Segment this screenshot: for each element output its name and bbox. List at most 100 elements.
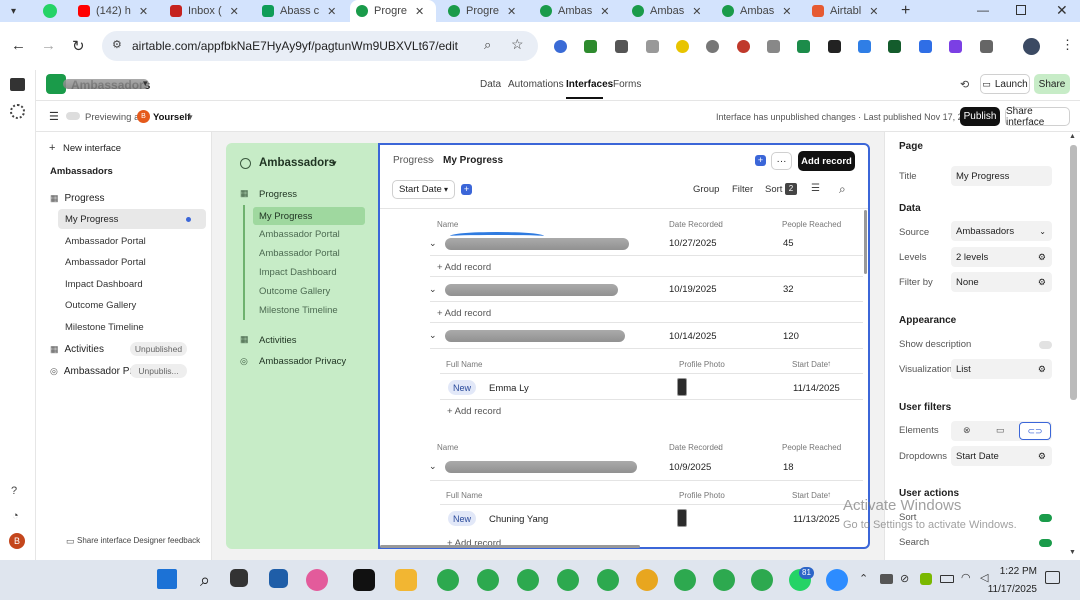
chrome-icon[interactable] <box>674 569 696 591</box>
chrome-icon[interactable] <box>517 569 539 591</box>
extension-icon[interactable] <box>767 40 780 53</box>
chevron-down-icon[interactable]: ⌄ <box>429 284 437 295</box>
subheader-start-date[interactable]: Start Date <box>792 360 828 369</box>
widgets-icon[interactable] <box>269 569 288 588</box>
start-date-dropdown[interactable]: Start Date ▾ <box>392 180 455 199</box>
start-icon[interactable] <box>157 569 177 589</box>
filter-by-setting[interactable]: None ⚙ <box>951 272 1052 292</box>
sidebar-item-outcome-gallery[interactable]: Outcome Gallery <box>65 300 136 311</box>
new-interface-link[interactable]: New interface <box>63 143 121 154</box>
feedback-link[interactable]: Share interface Designer feedback <box>77 536 200 545</box>
chrome-icon[interactable] <box>751 569 773 591</box>
account-avatar[interactable]: B <box>9 533 25 549</box>
profile-avatar[interactable] <box>1023 38 1040 55</box>
search-icon[interactable]: ⌕ <box>839 182 846 197</box>
profile-photo-thumbnail[interactable] <box>677 378 687 396</box>
add-filter-icon[interactable]: + <box>461 184 472 195</box>
app-icon[interactable] <box>306 569 328 591</box>
column-header-date[interactable]: Date Recorded <box>669 443 723 452</box>
browser-tab[interactable]: Airtabl ✕ <box>812 0 892 22</box>
browser-tab[interactable]: Ambas ✕ <box>632 0 712 22</box>
eyedropper-extension-icon[interactable] <box>615 40 628 53</box>
share-interface-button[interactable]: Share interface <box>1005 106 1070 128</box>
nav-interfaces[interactable]: Interfaces <box>566 79 613 90</box>
subheader-profile-photo[interactable]: Profile Photo <box>679 491 725 500</box>
clock-time[interactable]: 1:22 PM <box>987 566 1037 577</box>
chevron-down-icon[interactable]: ⌄ <box>429 330 437 341</box>
column-header-reached[interactable]: People Reached <box>782 220 841 229</box>
tray-chevron-icon[interactable]: ⌃ <box>859 572 868 585</box>
user-avatar[interactable]: B <box>137 110 150 123</box>
chevron-down-icon[interactable]: ⌄ <box>429 238 437 249</box>
close-icon[interactable]: ✕ <box>782 5 791 18</box>
chevron-down-icon[interactable]: ⌄ <box>429 461 437 472</box>
chrome-icon[interactable] <box>597 569 619 591</box>
sidebar-item-progress[interactable]: ▦ Progress <box>50 188 210 208</box>
levels-setting[interactable]: 2 levels ⚙ <box>951 247 1052 267</box>
new-tab-icon[interactable]: + <box>901 2 910 20</box>
subheader-profile-photo[interactable]: Profile Photo <box>679 360 725 369</box>
tab-list-icon[interactable]: ▾ <box>11 6 21 17</box>
launch-button[interactable]: ▭ Launch <box>980 74 1030 94</box>
horizontal-scrollbar[interactable] <box>380 545 640 548</box>
close-icon[interactable]: ✕ <box>692 5 701 18</box>
subheader-start-date[interactable]: Start Date <box>792 491 828 500</box>
show-description-toggle[interactable] <box>1039 341 1052 349</box>
extension-icon[interactable] <box>888 40 901 53</box>
minimize-icon[interactable]: — <box>977 3 989 17</box>
camera-extension-icon[interactable] <box>646 40 659 53</box>
filter-button[interactable]: Filter <box>732 184 753 195</box>
visualizations-setting[interactable]: List ⚙ <box>951 359 1052 379</box>
interface-page-impact-dashboard[interactable]: Impact Dashboard <box>259 267 337 278</box>
sidebar-item-ambassador-portal[interactable]: Ambassador Portal <box>65 236 146 247</box>
network-off-icon[interactable]: ⊘ <box>900 572 909 585</box>
tray-icon[interactable] <box>920 573 932 585</box>
pill-option-icon[interactable]: ⊂⊃ <box>1019 422 1051 440</box>
browser-tab[interactable]: Ambas ✕ <box>722 0 802 22</box>
history-icon[interactable]: ⟲ <box>960 78 969 91</box>
tray-icon[interactable] <box>880 574 893 584</box>
chrome-icon[interactable] <box>713 569 735 591</box>
interface-page-ambassador-portal[interactable]: Ambassador Portal <box>259 248 340 259</box>
sidebar-item-ambassador-portal[interactable]: Ambassador Portal <box>65 257 146 268</box>
preview-toggle[interactable] <box>66 112 80 120</box>
bookmark-star-icon[interactable]: ☆ <box>511 36 524 53</box>
tradingview-icon[interactable] <box>353 569 375 591</box>
wifi-icon[interactable]: ◠ <box>961 571 971 584</box>
zoom-icon[interactable] <box>826 569 848 591</box>
interface-page-ambassador-portal[interactable]: Ambassador Portal <box>259 229 340 240</box>
close-icon[interactable]: ✕ <box>869 5 878 18</box>
interface-page-outcome-gallery[interactable]: Outcome Gallery <box>259 286 330 297</box>
panel-scrollbar[interactable] <box>1070 145 1077 400</box>
interface-title[interactable]: Ambassadors <box>259 157 335 169</box>
extension-icon[interactable] <box>949 40 962 53</box>
site-info-icon[interactable]: ⚙ <box>112 38 122 51</box>
share-button[interactable]: Share <box>1034 74 1070 94</box>
vertical-scrollbar[interactable] <box>864 210 867 274</box>
browser-tab[interactable]: Inbox ( ✕ <box>170 0 250 22</box>
title-input[interactable]: My Progress <box>951 166 1052 186</box>
extensions-puzzle-icon[interactable] <box>980 40 993 53</box>
column-header-name[interactable]: Name <box>437 443 458 452</box>
add-record-link[interactable]: + Add record <box>437 262 491 273</box>
dropdowns-setting[interactable]: Start Date ⚙ <box>951 446 1052 466</box>
add-element-icon[interactable]: + <box>755 155 766 166</box>
file-explorer-icon[interactable] <box>395 569 417 591</box>
nav-data[interactable]: Data <box>480 79 501 90</box>
column-header-date[interactable]: Date Recorded <box>669 220 723 229</box>
battery-icon[interactable] <box>940 575 954 583</box>
help-icon[interactable]: ? <box>11 485 17 497</box>
input-option-icon[interactable]: ▭ <box>996 425 1005 436</box>
person-name[interactable]: Chuning Yang <box>489 514 548 525</box>
row-height-icon[interactable]: ☰ <box>811 183 820 194</box>
chevron-down-icon[interactable]: ▾ <box>143 78 148 89</box>
hidden-option-icon[interactable]: ⊗ <box>963 425 971 436</box>
omni-icon[interactable] <box>10 104 25 119</box>
interface-page-progress[interactable]: Progress <box>259 189 297 200</box>
browser-tab-active[interactable]: Progre ✕ <box>350 0 436 22</box>
search-toggle[interactable] <box>1039 539 1052 547</box>
chrome-icon[interactable] <box>437 569 459 591</box>
sort-toggle[interactable] <box>1039 514 1052 522</box>
breadcrumb-parent[interactable]: Progress <box>393 155 433 166</box>
sidebar-toggle-icon[interactable]: ☰ <box>49 110 59 123</box>
